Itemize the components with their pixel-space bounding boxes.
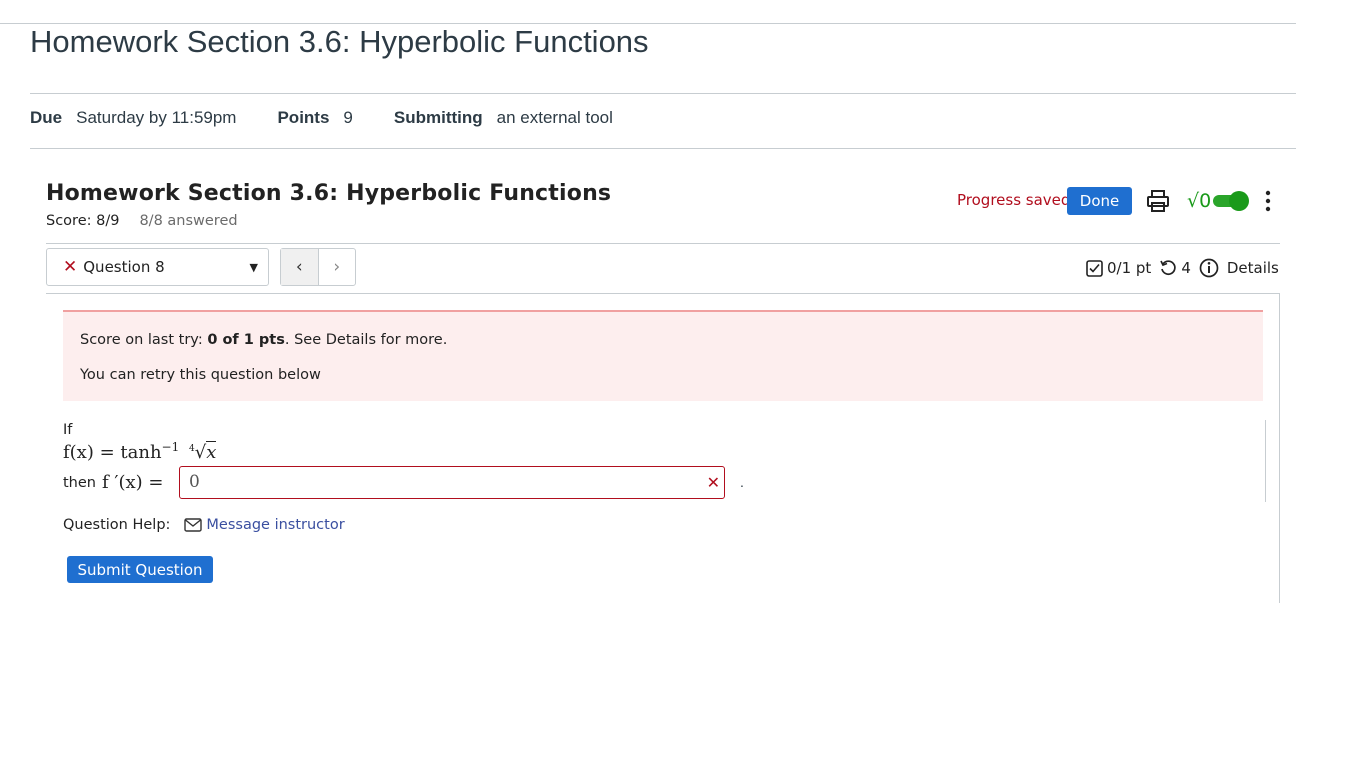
derivative-expression: f ′(x) = [102, 472, 164, 493]
submit-question-button[interactable]: Submit Question [67, 556, 213, 583]
toggle-switch[interactable] [1213, 191, 1250, 211]
details-link[interactable]: Details [1227, 259, 1279, 277]
divider [30, 148, 1296, 149]
then-line: then f ′(x) = [63, 472, 164, 493]
progress-status: Progress saved [957, 191, 1071, 209]
incorrect-icon: ✕ [706, 473, 720, 492]
page-title: Homework Section 3.6: Hyperbolic Functio… [30, 24, 649, 59]
question-select-label: Question 8 [83, 258, 165, 276]
assignment-meta: Due Saturday by 11:59pm Points 9 Submitt… [30, 108, 613, 128]
retry-alert: Score on last try: 0 of 1 pts. See Detai… [63, 310, 1263, 401]
x-icon: ✕ [63, 257, 78, 277]
info-icon[interactable] [1199, 258, 1219, 278]
math-entry-toggle[interactable]: √0 [1187, 189, 1250, 213]
question-select[interactable]: ✕ Question 8 ▼ [46, 248, 269, 286]
retry-icon [1160, 260, 1177, 276]
toggle-knob [1229, 191, 1250, 211]
last-try-score: Score on last try: 0 of 1 pts. See Detai… [80, 332, 448, 348]
due-label: Due [30, 108, 63, 127]
score-summary: Score: 8/9 8/8 answered [46, 213, 238, 229]
homework-title: Homework Section 3.6: Hyperbolic Functio… [46, 181, 612, 206]
panel-border [1279, 293, 1280, 603]
score-value: Score: 8/9 [46, 213, 120, 229]
more-options-icon[interactable] [1260, 190, 1276, 212]
answer-value: 0 [189, 472, 200, 492]
points-value: 9 [343, 108, 353, 127]
due-value: Saturday by 11:59pm [76, 108, 237, 127]
question-points: 0/1 pt [1107, 259, 1152, 277]
caret-down-icon: ▼ [249, 261, 258, 274]
checkbox-icon [1086, 259, 1103, 277]
envelope-icon [184, 518, 203, 532]
sqrt-icon: √0 [1187, 190, 1212, 212]
print-icon[interactable] [1146, 189, 1170, 213]
answer-input[interactable]: 0 ✕ [179, 466, 725, 499]
question-info: 0/1 pt 4 Details [1086, 258, 1279, 278]
divider [46, 293, 1280, 294]
question-help: Question Help: Message instructor [63, 517, 345, 533]
panel-border [1265, 420, 1266, 502]
done-button[interactable]: Done [1067, 187, 1132, 215]
question-nav: ‹ › [280, 248, 356, 286]
help-label: Question Help: [63, 517, 171, 533]
retries-remaining: 4 [1181, 259, 1191, 277]
retry-message: You can retry this question below [80, 367, 321, 383]
message-instructor-link[interactable]: Message instructor [206, 517, 344, 533]
previous-question-button[interactable]: ‹ [281, 249, 319, 285]
if-text: If [63, 422, 73, 438]
divider [46, 243, 1280, 244]
divider [30, 93, 1296, 94]
submitting-value: an external tool [496, 108, 613, 127]
trailing-dot: . [740, 474, 744, 490]
answered-count: 8/8 answered [139, 213, 238, 229]
submitting-label: Submitting [393, 108, 483, 127]
next-question-button[interactable]: › [319, 249, 356, 285]
points-label: Points [277, 108, 330, 127]
function-expression: f(x) = tanh−1 4√x [63, 440, 217, 463]
